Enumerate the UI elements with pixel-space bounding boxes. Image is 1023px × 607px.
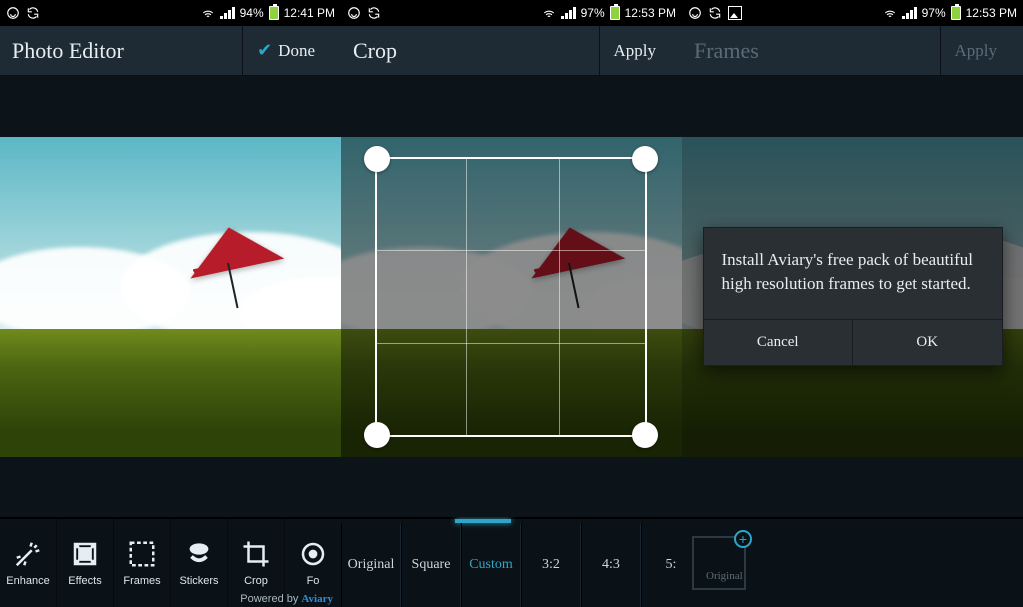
tool-label: Frames	[123, 575, 160, 587]
sticker-icon	[184, 539, 214, 569]
tool-label: Stickers	[179, 575, 218, 587]
plus-icon: +	[734, 530, 752, 548]
battery-icon	[951, 6, 961, 20]
status-bar: 97% 12:53 PM	[341, 0, 682, 26]
battery-pct: 94%	[240, 6, 264, 20]
cancel-button[interactable]: Cancel	[704, 320, 854, 365]
battery-icon	[269, 6, 279, 20]
crop-handle-tl[interactable]	[364, 146, 390, 172]
title-bar: Frames Apply	[682, 26, 1023, 76]
apply-button[interactable]: Apply	[940, 26, 1012, 75]
clock: 12:53 PM	[966, 6, 1017, 20]
signal-icon	[220, 7, 235, 19]
ok-button[interactable]: OK	[853, 320, 1002, 365]
battery-pct: 97%	[922, 6, 946, 20]
photo-preview	[0, 137, 341, 457]
ratio-label: 4:3	[602, 557, 620, 573]
install-dialog: Install Aviary's free pack of beautiful …	[703, 227, 1003, 367]
check-icon: ✔	[257, 40, 272, 61]
tool-frames[interactable]: Frames	[114, 519, 171, 607]
screen-frames: 97% 12:53 PM Frames Apply Install Aviary…	[682, 0, 1023, 607]
title-bar: Crop Apply	[341, 26, 682, 76]
tool-stickers[interactable]: Stickers	[171, 519, 228, 607]
crop-handle-bl[interactable]	[364, 422, 390, 448]
signal-icon	[561, 7, 576, 19]
frame-thumb-label: Original	[706, 570, 743, 582]
photo-preview: Install Aviary's free pack of beautiful …	[682, 137, 1023, 457]
ratio-5[interactable]: 5:	[641, 523, 682, 607]
status-bar: 97% 12:53 PM	[682, 0, 1023, 26]
wifi-icon	[542, 6, 556, 20]
canvas[interactable]	[341, 76, 682, 517]
tool-label: Crop	[244, 575, 268, 587]
signal-icon	[902, 7, 917, 19]
tool-label: Effects	[68, 575, 101, 587]
crop-handle-br[interactable]	[632, 422, 658, 448]
apply-button[interactable]: Apply	[599, 26, 671, 75]
ratio-square[interactable]: Square	[401, 523, 461, 607]
page-title: Crop	[353, 38, 397, 64]
apply-label: Apply	[614, 41, 657, 61]
ok-label: OK	[916, 334, 938, 350]
wifi-icon	[883, 6, 897, 20]
filmstrip-icon	[70, 539, 100, 569]
ratio-label: Original	[348, 557, 395, 573]
tool-label: Enhance	[6, 575, 49, 587]
powered-prefix: Powered by	[240, 593, 301, 605]
crop-icon	[241, 539, 271, 569]
powered-by: Powered by Aviary	[240, 593, 333, 605]
page-title: Frames	[694, 38, 759, 64]
sync-icon	[708, 6, 722, 20]
crop-box[interactable]	[375, 157, 647, 437]
screen-photo-editor: 94% 12:41 PM Photo Editor ✔ Done Enhance	[0, 0, 341, 607]
status-bar: 94% 12:41 PM	[0, 0, 341, 26]
ratio-label: Square	[412, 557, 451, 573]
ratio-original[interactable]: Original	[341, 523, 401, 607]
headset-icon	[688, 6, 702, 20]
ratio-custom[interactable]: Custom	[461, 523, 521, 607]
canvas[interactable]	[0, 76, 341, 517]
ratio-3-2[interactable]: 3:2	[521, 523, 581, 607]
focus-icon	[298, 539, 328, 569]
wand-icon	[13, 539, 43, 569]
tool-label: Fo	[307, 575, 320, 587]
sync-icon	[367, 6, 381, 20]
title-bar: Photo Editor ✔ Done	[0, 26, 341, 76]
powered-brand: Aviary	[301, 593, 333, 605]
photo-preview	[341, 137, 682, 457]
ratio-label: 5:	[666, 557, 677, 573]
clock: 12:53 PM	[625, 6, 676, 20]
page-title: Photo Editor	[12, 38, 124, 64]
ratio-label: Custom	[469, 557, 513, 573]
battery-icon	[610, 6, 620, 20]
wifi-icon	[201, 6, 215, 20]
picture-icon	[728, 6, 742, 20]
headset-icon	[6, 6, 20, 20]
tool-enhance[interactable]: Enhance	[0, 519, 57, 607]
done-button[interactable]: ✔ Done	[242, 26, 329, 75]
canvas: Install Aviary's free pack of beautiful …	[682, 76, 1023, 517]
cancel-label: Cancel	[757, 334, 799, 350]
screen-crop: 97% 12:53 PM Crop Apply	[341, 0, 682, 607]
ratio-4-3[interactable]: 4:3	[581, 523, 641, 607]
umbrella-icon	[185, 227, 285, 307]
clock: 12:41 PM	[284, 6, 335, 20]
ratio-label: 3:2	[542, 557, 560, 573]
sync-icon	[26, 6, 40, 20]
dialog-scrim: Install Aviary's free pack of beautiful …	[682, 137, 1023, 457]
frame-icon	[127, 539, 157, 569]
crop-handle-tr[interactable]	[632, 146, 658, 172]
battery-pct: 97%	[581, 6, 605, 20]
apply-label: Apply	[955, 41, 998, 61]
ratio-toolbar: Original Square Custom 3:2 4:3 5:	[341, 517, 682, 607]
dialog-message: Install Aviary's free pack of beautiful …	[704, 228, 1002, 320]
done-label: Done	[278, 41, 315, 61]
frames-toolbar: + Original	[682, 517, 1023, 607]
tool-effects[interactable]: Effects	[57, 519, 114, 607]
headset-icon	[347, 6, 361, 20]
